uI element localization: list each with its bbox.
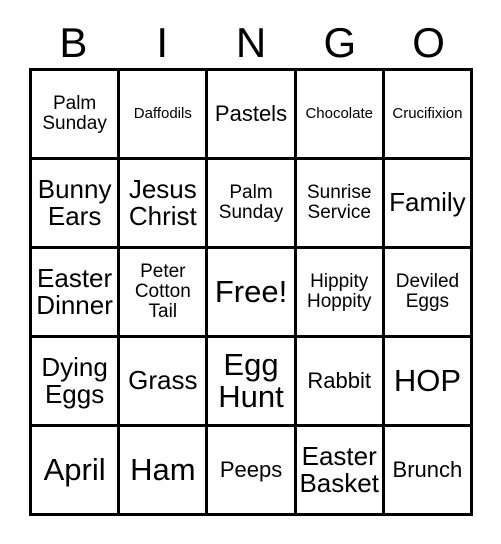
bingo-cell[interactable]: Palm Sunday [208, 160, 297, 249]
bingo-cell-label: Chocolate [305, 105, 373, 123]
bingo-cell[interactable]: Grass [120, 338, 209, 427]
bingo-cell[interactable]: Rabbit [296, 338, 385, 427]
bingo-cell-label: Free! [214, 273, 288, 309]
bingo-cell[interactable]: Daffodils [120, 71, 209, 160]
header-letter-b: B [59, 19, 88, 66]
bingo-cell[interactable]: Peeps [208, 427, 297, 516]
bingo-cell[interactable]: Crucifixion [384, 71, 474, 160]
bingo-row: Bunny Ears Jesus Christ Palm Sunday Sunr… [32, 160, 474, 249]
bingo-cell-label: Egg Hunt [218, 346, 284, 414]
bingo-cell[interactable]: Peter Cotton Tail [120, 249, 209, 338]
bingo-cell-label: Family [389, 187, 466, 218]
bingo-cell-label: Daffodils [133, 105, 192, 123]
bingo-cell[interactable]: Brunch [384, 427, 474, 516]
bingo-header: B I N G O [29, 18, 473, 68]
bingo-row: Easter Dinner Peter Cotton Tail Free! Hi… [32, 249, 474, 338]
bingo-cell-label: Peter Cotton Tail [134, 261, 191, 322]
bingo-cell-free[interactable]: Free! [208, 249, 297, 338]
bingo-cell-label: Easter Basket [299, 440, 379, 498]
bingo-row: April Ham Peeps Easter Basket Brunch [32, 427, 474, 516]
bingo-cell[interactable]: Deviled Eggs [384, 249, 474, 338]
bingo-cell-label: Hippity Hoppity [307, 271, 372, 312]
bingo-cell[interactable]: Palm Sunday [32, 71, 121, 160]
bingo-cell[interactable]: Sunrise Service [296, 160, 385, 249]
header-letter-o: O [412, 19, 445, 66]
bingo-cell-label: HOP [393, 362, 461, 398]
bingo-cell-label: Palm Sunday [42, 93, 107, 134]
bingo-cell-label: Brunch [392, 456, 463, 482]
bingo-cell[interactable]: Easter Basket [296, 427, 385, 516]
bingo-cell[interactable]: Pastels [208, 71, 297, 160]
bingo-cell-label: Dying Eggs [41, 351, 108, 409]
bingo-cell[interactable]: Hippity Hoppity [296, 249, 385, 338]
bingo-cell-label: Ham [130, 451, 196, 487]
bingo-cell-label: Rabbit [307, 367, 371, 393]
bingo-cell-label: Sunrise Service [307, 182, 372, 223]
bingo-cell[interactable]: Easter Dinner [32, 249, 121, 338]
bingo-row: Dying Eggs Grass Egg Hunt Rabbit HOP [32, 338, 474, 427]
bingo-cell-label: Peeps [219, 456, 283, 482]
bingo-cell-label: April [43, 451, 106, 487]
header-letter-i: I [156, 19, 169, 66]
bingo-cell[interactable]: Egg Hunt [208, 338, 297, 427]
header-letter-n: N [235, 19, 267, 66]
bingo-cell[interactable]: Bunny Ears [32, 160, 121, 249]
header-letter-g: G [323, 19, 357, 66]
bingo-cell-label: Easter Dinner [36, 262, 113, 320]
bingo-cell[interactable]: Chocolate [296, 71, 385, 160]
bingo-cell-label: Pastels [214, 100, 288, 126]
bingo-cell-label: Bunny Ears [37, 173, 112, 231]
bingo-cell-label: Palm Sunday [218, 182, 284, 223]
bingo-cell-label: Jesus Christ [128, 173, 197, 231]
bingo-cell-label: Grass [128, 365, 198, 396]
bingo-cell[interactable]: April [32, 427, 121, 516]
bingo-cell[interactable]: HOP [384, 338, 474, 427]
bingo-card: B I N G O Palm Sunday Daffodils Pastels … [0, 0, 501, 544]
bingo-cell-label: Deviled Eggs [395, 271, 460, 312]
bingo-cell[interactable]: Jesus Christ [120, 160, 209, 249]
bingo-cell[interactable]: Dying Eggs [32, 338, 121, 427]
bingo-cell-label: Crucifixion [392, 105, 463, 123]
bingo-row: Palm Sunday Daffodils Pastels Chocolate … [32, 71, 474, 160]
bingo-cell[interactable]: Family [384, 160, 474, 249]
bingo-grid: Palm Sunday Daffodils Pastels Chocolate … [29, 68, 474, 516]
bingo-cell[interactable]: Ham [120, 427, 209, 516]
